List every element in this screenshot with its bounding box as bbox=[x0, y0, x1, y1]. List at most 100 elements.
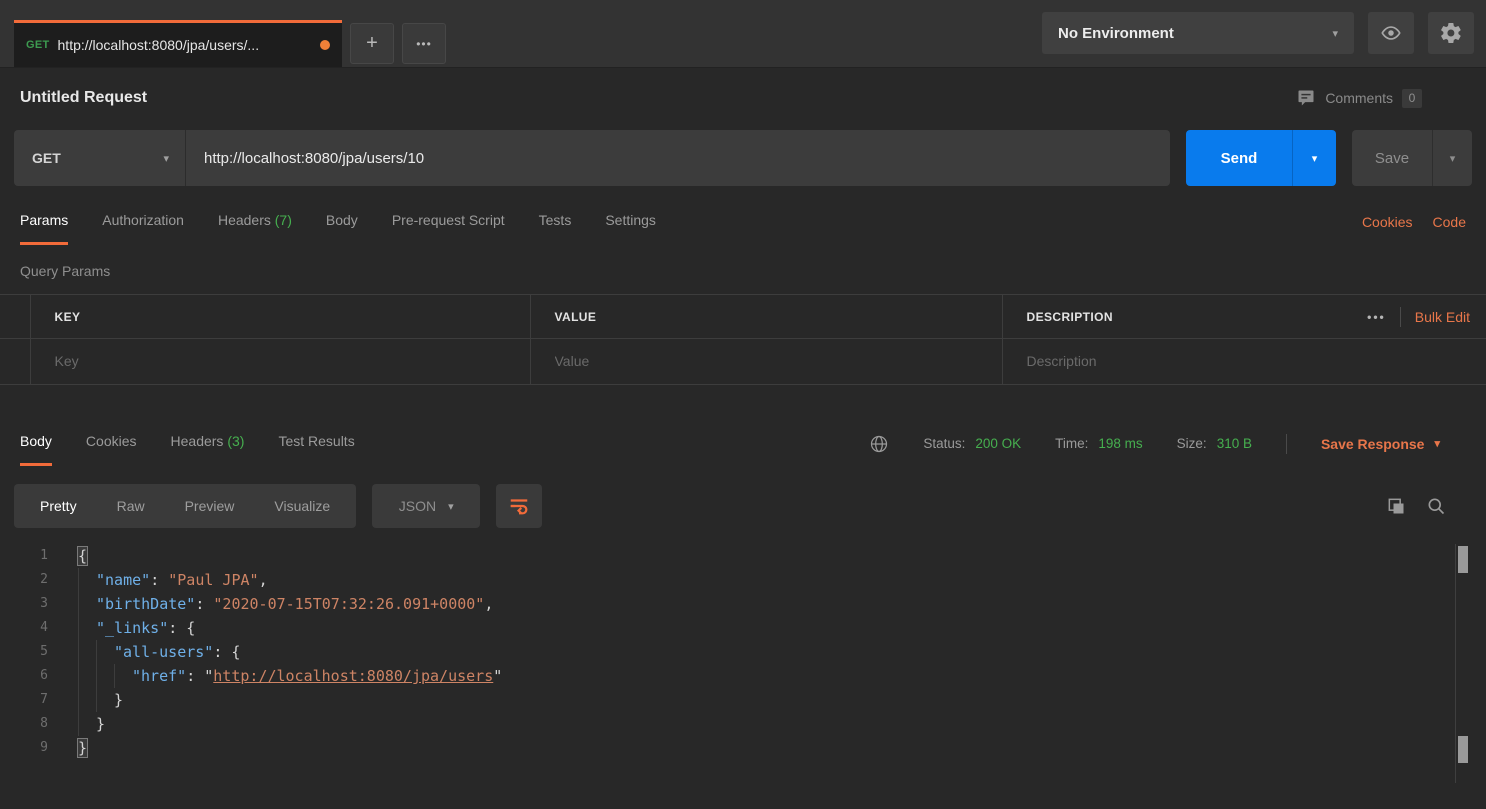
response-tab-cookies[interactable]: Cookies bbox=[86, 433, 137, 466]
code-token: "2020-07-15T07:32:26.091+0000" bbox=[213, 595, 484, 613]
send-button[interactable]: Send bbox=[1186, 130, 1292, 186]
comments-count-badge: 0 bbox=[1402, 89, 1422, 108]
line-number: 6 bbox=[0, 664, 48, 688]
params-more-icon[interactable]: ••• bbox=[1367, 310, 1386, 324]
code-token: , bbox=[259, 571, 268, 589]
environment-select[interactable]: No Environment ▾ bbox=[1042, 12, 1354, 54]
save-response-button[interactable]: Save Response ▾ bbox=[1321, 436, 1440, 452]
indent-guide bbox=[78, 664, 96, 688]
settings-button[interactable] bbox=[1428, 12, 1474, 54]
view-tab-preview[interactable]: Preview bbox=[165, 498, 255, 514]
scrollbar-thumb[interactable] bbox=[1458, 546, 1468, 573]
request-tabs: Params Authorization Headers (7) Body Pr… bbox=[0, 212, 1486, 245]
environment-quick-look-button[interactable] bbox=[1368, 12, 1414, 54]
url-group: GET ▾ bbox=[14, 130, 1170, 186]
code-token: } bbox=[114, 691, 123, 709]
send-options-button[interactable]: ▾ bbox=[1292, 130, 1336, 186]
code-content: "_links": { bbox=[78, 616, 195, 640]
format-select[interactable]: JSON ▾ bbox=[372, 484, 480, 528]
line-number: 5 bbox=[0, 640, 48, 664]
chevron-down-icon: ▾ bbox=[1332, 27, 1338, 40]
scrollbar-thumb[interactable] bbox=[1458, 736, 1468, 763]
request-title[interactable]: Untitled Request bbox=[20, 89, 147, 107]
indent-guide bbox=[78, 688, 96, 712]
tab-pre-request-script[interactable]: Pre-request Script bbox=[392, 212, 505, 245]
save-options-button[interactable]: ▾ bbox=[1432, 130, 1472, 186]
tab-headers[interactable]: Headers (7) bbox=[218, 212, 292, 245]
param-key-input[interactable] bbox=[55, 353, 530, 369]
response-tab-headers[interactable]: Headers (3) bbox=[171, 433, 245, 466]
code-line: 6"href": "http://localhost:8080/jpa/user… bbox=[0, 664, 1486, 688]
params-description-header: DESCRIPTION ••• Bulk Edit bbox=[1002, 295, 1486, 339]
code-link[interactable]: Code bbox=[1433, 214, 1466, 244]
request-header: Untitled Request Comments 0 bbox=[0, 68, 1486, 120]
search-icon[interactable] bbox=[1426, 496, 1446, 516]
view-tab-visualize[interactable]: Visualize bbox=[254, 498, 350, 514]
format-label: JSON bbox=[399, 498, 436, 514]
url-input[interactable] bbox=[186, 130, 1170, 186]
tab-params[interactable]: Params bbox=[20, 212, 68, 245]
eye-icon bbox=[1380, 22, 1402, 44]
gear-icon bbox=[1439, 21, 1463, 45]
code-content: } bbox=[78, 712, 105, 736]
response-code[interactable]: 1{2"name": "Paul JPA",3"birthDate": "202… bbox=[0, 544, 1486, 760]
code-token: " bbox=[493, 667, 502, 685]
response-link[interactable]: http://localhost:8080/jpa/users bbox=[213, 667, 493, 685]
view-tab-pretty[interactable]: Pretty bbox=[20, 498, 97, 514]
request-tab[interactable]: GET http://localhost:8080/jpa/users/... bbox=[14, 20, 342, 67]
params-empty-row bbox=[0, 339, 1486, 385]
code-token: "Paul JPA" bbox=[168, 571, 258, 589]
response-actions bbox=[1386, 496, 1446, 516]
code-line: 3"birthDate": "2020-07-15T07:32:26.091+0… bbox=[0, 592, 1486, 616]
tab-options-button[interactable]: ••• bbox=[402, 23, 446, 64]
param-value-input[interactable] bbox=[555, 353, 1002, 369]
globe-icon bbox=[869, 434, 889, 454]
tab-strip: GET http://localhost:8080/jpa/users/... … bbox=[0, 20, 446, 67]
code-line: 8} bbox=[0, 712, 1486, 736]
bulk-edit-link[interactable]: Bulk Edit bbox=[1415, 309, 1470, 325]
params-row-handle[interactable] bbox=[0, 339, 30, 385]
params-handle-column bbox=[0, 295, 30, 339]
indent-guide bbox=[78, 616, 96, 640]
time-label: Time: bbox=[1055, 436, 1088, 451]
new-tab-button[interactable]: + bbox=[350, 23, 394, 64]
code-token: "all-users" bbox=[114, 643, 213, 661]
response-view-bar: Pretty Raw Preview Visualize JSON ▾ bbox=[14, 484, 1472, 528]
indent-guide bbox=[78, 568, 96, 592]
view-tab-raw[interactable]: Raw bbox=[97, 498, 165, 514]
headers-count: (7) bbox=[275, 212, 292, 228]
code-token: : bbox=[150, 571, 168, 589]
scrollbar-track bbox=[1455, 544, 1456, 783]
save-button[interactable]: Save bbox=[1352, 130, 1432, 186]
params-key-header: KEY bbox=[30, 295, 530, 339]
query-params-title: Query Params bbox=[20, 263, 1466, 279]
line-number: 7 bbox=[0, 688, 48, 712]
line-number: 3 bbox=[0, 592, 48, 616]
code-token: : { bbox=[213, 643, 240, 661]
code-content: } bbox=[78, 688, 123, 712]
response-tab-test-results[interactable]: Test Results bbox=[278, 433, 354, 466]
code-line: 4"_links": { bbox=[0, 616, 1486, 640]
comments-button[interactable]: Comments 0 bbox=[1296, 88, 1422, 108]
copy-icon[interactable] bbox=[1386, 496, 1406, 516]
tab-authorization[interactable]: Authorization bbox=[102, 212, 184, 245]
wrap-text-button[interactable] bbox=[496, 484, 542, 528]
param-description-input[interactable] bbox=[1027, 353, 1486, 369]
tab-settings[interactable]: Settings bbox=[605, 212, 656, 245]
code-token: "_links" bbox=[96, 619, 168, 637]
code-token: } bbox=[96, 715, 105, 733]
code-content: { bbox=[78, 544, 87, 568]
wrap-text-icon bbox=[508, 495, 530, 517]
tab-body[interactable]: Body bbox=[326, 212, 358, 245]
save-response-label: Save Response bbox=[1321, 436, 1425, 452]
code-token: " bbox=[204, 667, 213, 685]
response-tab-body[interactable]: Body bbox=[20, 433, 52, 466]
tab-tests[interactable]: Tests bbox=[539, 212, 572, 245]
method-select[interactable]: GET ▾ bbox=[14, 130, 186, 186]
code-line: 1{ bbox=[0, 544, 1486, 568]
environment-controls: No Environment ▾ bbox=[1042, 12, 1474, 54]
params-table: KEY VALUE DESCRIPTION ••• Bulk Edit bbox=[0, 294, 1486, 385]
code-token: , bbox=[484, 595, 493, 613]
line-number: 9 bbox=[0, 736, 48, 760]
cookies-link[interactable]: Cookies bbox=[1362, 214, 1413, 244]
